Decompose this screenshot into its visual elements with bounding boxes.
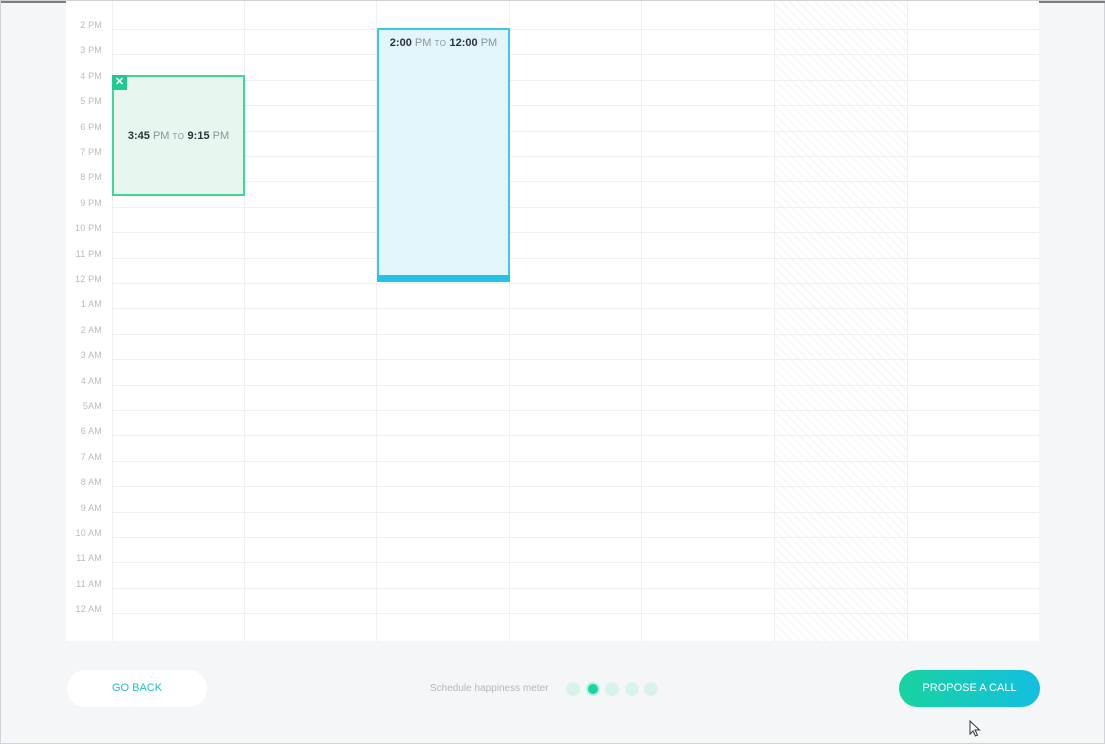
hour-gridline <box>112 537 1039 538</box>
event-start-time: 3:45 <box>127 130 150 142</box>
hour-label: 12 AM <box>75 604 102 615</box>
event-end-suffix: PM <box>212 130 230 142</box>
hour-label: 9 PM <box>80 197 102 208</box>
unavailable-day-column <box>774 1 907 641</box>
hour-label: 3 PM <box>80 45 102 56</box>
event-start-suffix: PM <box>414 37 432 49</box>
hour-gridline <box>112 79 1039 81</box>
hour-label: 8 PM <box>80 172 102 183</box>
event-end-suffix: PM <box>480 37 498 49</box>
hour-label: 12 PM <box>74 274 102 284</box>
hour-gridline <box>112 460 1039 462</box>
meter-dot <box>624 682 639 696</box>
day-divider <box>641 1 642 641</box>
hour-label: 6 PM <box>80 121 102 132</box>
hour-gridline <box>112 511 1039 513</box>
hour-gridline <box>112 613 1039 615</box>
hour-label: 8 AM <box>80 477 102 488</box>
hour-gridline <box>112 156 1039 157</box>
hour-gridline <box>112 587 1039 589</box>
hour-label: 1 AM <box>80 299 102 310</box>
hour-label: 10 PM <box>74 223 102 234</box>
hour-gridline <box>112 54 1039 56</box>
event-time-range: 2:00 PM TO 12:00 PM <box>379 37 508 49</box>
hour-label: 11 PM <box>75 248 102 259</box>
time-slot-event-selected[interactable]: 2:00 PM TO 12:00 PM <box>377 28 510 282</box>
hour-gridline <box>112 384 1039 386</box>
hour-gridline <box>112 181 1039 183</box>
close-icon[interactable]: ✕ <box>112 75 127 90</box>
hour-gridline <box>112 410 1039 411</box>
event-to-label: TO <box>434 39 447 48</box>
hour-label: 7 PM <box>80 147 102 157</box>
hour-label: 11 AM <box>76 553 102 564</box>
day-divider <box>774 1 775 641</box>
event-end-time: 12:00 <box>449 37 478 49</box>
hour-gridline <box>112 105 1039 107</box>
hour-label: 4 AM <box>80 375 102 386</box>
hour-gridline <box>112 257 1039 259</box>
hour-label: 10 AM <box>75 528 102 538</box>
hour-label: 7 AM <box>80 451 102 462</box>
hour-label: 6 AM <box>80 426 102 437</box>
happiness-meter-label: Schedule happiness meter <box>430 683 549 694</box>
hour-gridline <box>112 232 1039 234</box>
hour-gridline <box>112 308 1039 310</box>
hour-gridline <box>112 206 1039 208</box>
day-divider <box>907 1 908 641</box>
resize-handle[interactable] <box>377 275 510 282</box>
mouse-cursor-icon <box>969 720 981 737</box>
hour-label: 11 AM <box>76 578 102 589</box>
hour-gridline <box>112 435 1039 437</box>
hour-label: 4 PM <box>80 70 102 81</box>
event-to-label: TO <box>172 132 185 141</box>
propose-call-button[interactable]: PROPOSE A CALL <box>899 670 1040 707</box>
time-slot-event[interactable]: ✕ 3:45 PM TO 9:15 PM <box>112 75 245 196</box>
event-end-time: 9:15 <box>187 130 210 142</box>
event-start-time: 2:00 <box>389 37 412 49</box>
hour-gridline <box>112 562 1039 564</box>
go-back-button[interactable]: GO BACK <box>67 670 207 707</box>
hour-gridline <box>112 333 1039 335</box>
hour-label: 2 PM <box>80 20 102 30</box>
event-start-suffix: PM <box>152 130 170 142</box>
hour-label: 3 AM <box>80 350 102 361</box>
hour-label: 5 PM <box>80 96 102 107</box>
event-time-range: 3:45 PM TO 9:15 PM <box>114 130 243 142</box>
meter-dot <box>605 682 619 696</box>
hour-gridline <box>112 130 1039 132</box>
hour-label: 9 AM <box>80 502 102 513</box>
hour-label: 5AM <box>82 401 102 411</box>
hour-gridline <box>112 283 1039 284</box>
meter-dot-active <box>585 682 600 696</box>
hour-gridline <box>112 359 1039 361</box>
meter-dot <box>644 682 658 696</box>
hour-label: 2 AM <box>80 324 102 335</box>
hour-gridline <box>112 486 1039 488</box>
calendar-grid: 2 PM 3 PM 4 PM 5 PM 6 PM 7 PM 8 PM 9 PM 10 PM 11 … <box>66 1 1039 641</box>
meter-dot <box>566 682 580 696</box>
hour-gridline <box>112 29 1039 30</box>
